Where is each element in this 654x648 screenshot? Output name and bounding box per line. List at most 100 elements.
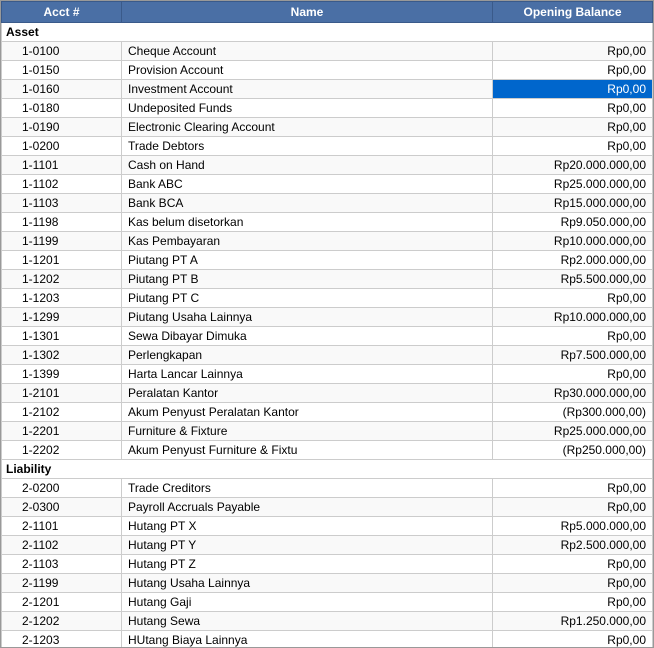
acct-name: Sewa Dibayar Dimuka bbox=[122, 327, 493, 346]
col-acct-header: Acct # bbox=[2, 2, 122, 23]
acct-number: 1-1102 bbox=[2, 175, 122, 194]
acct-name: Electronic Clearing Account bbox=[122, 118, 493, 137]
table-row[interactable]: 1-0100Cheque AccountRp0,00 bbox=[2, 42, 653, 61]
acct-number: 1-1103 bbox=[2, 194, 122, 213]
account-table-container[interactable]: Acct # Name Opening Balance Asset1-0100C… bbox=[0, 0, 654, 648]
acct-balance: Rp5.000.000,00 bbox=[493, 517, 653, 536]
table-row[interactable]: 1-1301Sewa Dibayar DimukaRp0,00 bbox=[2, 327, 653, 346]
acct-number: 1-1101 bbox=[2, 156, 122, 175]
acct-balance: Rp0,00 bbox=[493, 555, 653, 574]
table-row[interactable]: 1-1302PerlengkapanRp7.500.000,00 bbox=[2, 346, 653, 365]
acct-balance: Rp5.500.000,00 bbox=[493, 270, 653, 289]
acct-number: 1-2102 bbox=[2, 403, 122, 422]
table-row[interactable]: 1-1101Cash on HandRp20.000.000,00 bbox=[2, 156, 653, 175]
acct-balance: Rp2.500.000,00 bbox=[493, 536, 653, 555]
table-row[interactable]: 1-1102Bank ABCRp25.000.000,00 bbox=[2, 175, 653, 194]
acct-name: Bank BCA bbox=[122, 194, 493, 213]
table-row[interactable]: 2-1102Hutang PT YRp2.500.000,00 bbox=[2, 536, 653, 555]
section-label: Liability bbox=[2, 460, 653, 479]
acct-balance: Rp0,00 bbox=[493, 118, 653, 137]
table-row[interactable]: 2-1203HUtang Biaya LainnyaRp0,00 bbox=[2, 631, 653, 648]
table-row[interactable]: 1-0200Trade DebtorsRp0,00 bbox=[2, 137, 653, 156]
table-row[interactable]: 1-0160Investment AccountRp0,00 bbox=[2, 80, 653, 99]
table-row[interactable]: 2-1101Hutang PT XRp5.000.000,00 bbox=[2, 517, 653, 536]
acct-balance: Rp0,00 bbox=[493, 61, 653, 80]
acct-number: 2-1102 bbox=[2, 536, 122, 555]
table-row[interactable]: 1-0150Provision AccountRp0,00 bbox=[2, 61, 653, 80]
acct-name: Hutang PT X bbox=[122, 517, 493, 536]
acct-name: Akum Penyust Peralatan Kantor bbox=[122, 403, 493, 422]
table-row[interactable]: 1-1203Piutang PT CRp0,00 bbox=[2, 289, 653, 308]
acct-name: Trade Debtors bbox=[122, 137, 493, 156]
table-row[interactable]: 1-0180Undeposited FundsRp0,00 bbox=[2, 99, 653, 118]
table-body: Asset1-0100Cheque AccountRp0,001-0150Pro… bbox=[2, 23, 653, 648]
acct-balance: Rp0,00 bbox=[493, 479, 653, 498]
acct-name: Hutang Usaha Lainnya bbox=[122, 574, 493, 593]
acct-balance: Rp0,00 bbox=[493, 574, 653, 593]
table-row[interactable]: 1-1299Piutang Usaha LainnyaRp10.000.000,… bbox=[2, 308, 653, 327]
table-header-row: Acct # Name Opening Balance bbox=[2, 2, 653, 23]
acct-number: 1-1199 bbox=[2, 232, 122, 251]
acct-balance: Rp0,00 bbox=[493, 80, 653, 99]
account-table: Acct # Name Opening Balance Asset1-0100C… bbox=[1, 1, 653, 648]
acct-number: 1-2202 bbox=[2, 441, 122, 460]
table-row[interactable]: 1-1399Harta Lancar LainnyaRp0,00 bbox=[2, 365, 653, 384]
acct-name: Peralatan Kantor bbox=[122, 384, 493, 403]
table-row[interactable]: 1-1198Kas belum disetorkanRp9.050.000,00 bbox=[2, 213, 653, 232]
table-row[interactable]: 2-0200Trade CreditorsRp0,00 bbox=[2, 479, 653, 498]
table-row[interactable]: 2-1103Hutang PT ZRp0,00 bbox=[2, 555, 653, 574]
acct-name: Bank ABC bbox=[122, 175, 493, 194]
acct-balance: Rp25.000.000,00 bbox=[493, 175, 653, 194]
acct-number: 1-1301 bbox=[2, 327, 122, 346]
acct-balance: Rp0,00 bbox=[493, 631, 653, 648]
table-row[interactable]: 2-1199Hutang Usaha LainnyaRp0,00 bbox=[2, 574, 653, 593]
acct-number: 2-1103 bbox=[2, 555, 122, 574]
acct-balance: Rp0,00 bbox=[493, 42, 653, 61]
acct-number: 1-0190 bbox=[2, 118, 122, 137]
col-balance-header: Opening Balance bbox=[493, 2, 653, 23]
table-row[interactable]: 1-2202Akum Penyust Furniture & Fixtu(Rp2… bbox=[2, 441, 653, 460]
acct-name: Hutang PT Z bbox=[122, 555, 493, 574]
table-row[interactable]: 1-2201Furniture & FixtureRp25.000.000,00 bbox=[2, 422, 653, 441]
table-row[interactable]: 1-1202Piutang PT BRp5.500.000,00 bbox=[2, 270, 653, 289]
acct-name: Harta Lancar Lainnya bbox=[122, 365, 493, 384]
acct-balance: Rp2.000.000,00 bbox=[493, 251, 653, 270]
acct-number: 1-1198 bbox=[2, 213, 122, 232]
acct-number: 2-1202 bbox=[2, 612, 122, 631]
table-row[interactable]: 2-1201Hutang GajiRp0,00 bbox=[2, 593, 653, 612]
table-row[interactable]: 1-1201Piutang PT ARp2.000.000,00 bbox=[2, 251, 653, 270]
acct-name: Kas Pembayaran bbox=[122, 232, 493, 251]
acct-number: 2-1203 bbox=[2, 631, 122, 648]
acct-name: Cheque Account bbox=[122, 42, 493, 61]
table-row[interactable]: 1-0190Electronic Clearing AccountRp0,00 bbox=[2, 118, 653, 137]
acct-balance: Rp0,00 bbox=[493, 327, 653, 346]
acct-number: 1-1203 bbox=[2, 289, 122, 308]
acct-number: 2-1199 bbox=[2, 574, 122, 593]
acct-name: Cash on Hand bbox=[122, 156, 493, 175]
acct-name: Piutang PT B bbox=[122, 270, 493, 289]
table-row[interactable]: 1-1103Bank BCARp15.000.000,00 bbox=[2, 194, 653, 213]
acct-name: Piutang PT C bbox=[122, 289, 493, 308]
acct-number: 1-1201 bbox=[2, 251, 122, 270]
section-header-row: Liability bbox=[2, 460, 653, 479]
acct-number: 1-2101 bbox=[2, 384, 122, 403]
acct-number: 1-2201 bbox=[2, 422, 122, 441]
acct-balance: (Rp300.000,00) bbox=[493, 403, 653, 422]
table-row[interactable]: 1-2102Akum Penyust Peralatan Kantor(Rp30… bbox=[2, 403, 653, 422]
acct-balance: Rp10.000.000,00 bbox=[493, 308, 653, 327]
acct-name: Hutang PT Y bbox=[122, 536, 493, 555]
acct-name: Furniture & Fixture bbox=[122, 422, 493, 441]
acct-balance: Rp9.050.000,00 bbox=[493, 213, 653, 232]
acct-name: Piutang Usaha Lainnya bbox=[122, 308, 493, 327]
table-row[interactable]: 1-1199Kas PembayaranRp10.000.000,00 bbox=[2, 232, 653, 251]
table-row[interactable]: 1-2101Peralatan KantorRp30.000.000,00 bbox=[2, 384, 653, 403]
acct-name: Trade Creditors bbox=[122, 479, 493, 498]
table-row[interactable]: 2-1202Hutang SewaRp1.250.000,00 bbox=[2, 612, 653, 631]
table-row[interactable]: 2-0300Payroll Accruals PayableRp0,00 bbox=[2, 498, 653, 517]
acct-balance: Rp0,00 bbox=[493, 289, 653, 308]
acct-balance: Rp25.000.000,00 bbox=[493, 422, 653, 441]
acct-number: 1-1202 bbox=[2, 270, 122, 289]
acct-balance: Rp20.000.000,00 bbox=[493, 156, 653, 175]
acct-balance: Rp30.000.000,00 bbox=[493, 384, 653, 403]
acct-number: 1-0180 bbox=[2, 99, 122, 118]
